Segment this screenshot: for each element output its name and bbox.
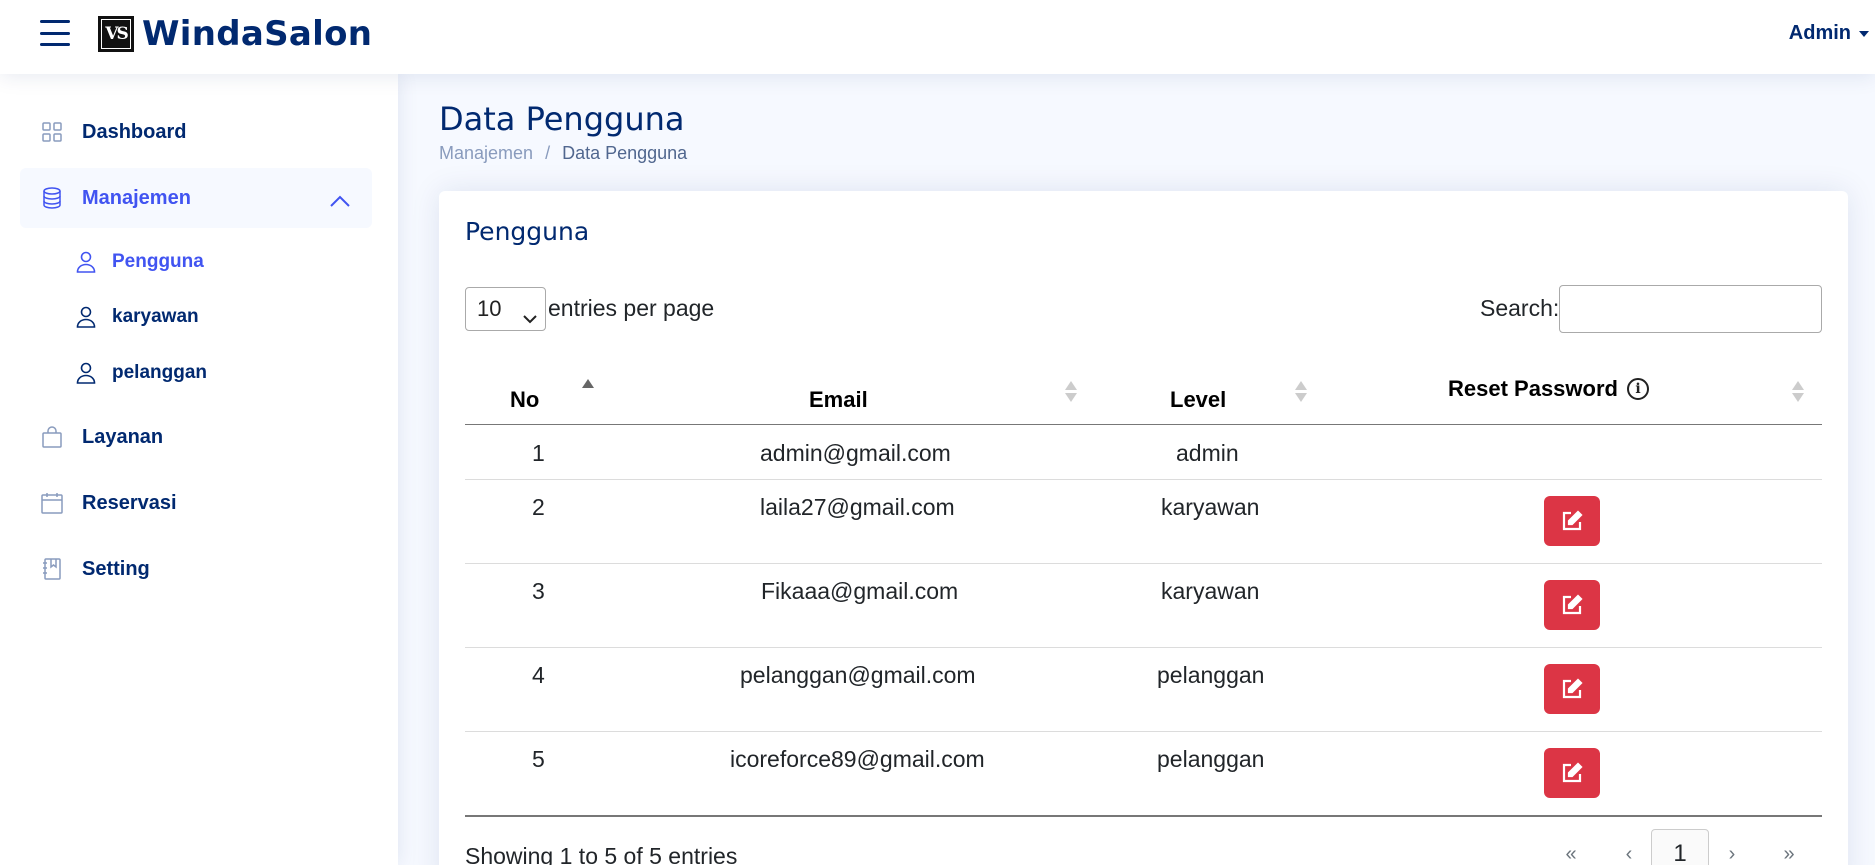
pagination-next[interactable]: › [1714,829,1750,865]
cell-email: icoreforce89@gmail.com [730,746,985,772]
sidebar-item-reservasi[interactable]: Reservasi [20,473,372,533]
sidebar-item-label: Layanan [82,425,164,448]
table-row: 1 admin@gmail.com admin [465,425,1822,480]
person-icon [76,306,98,328]
sort-icon[interactable] [1295,381,1307,403]
menu-toggle-icon[interactable] [40,18,70,48]
edit-icon [1562,594,1583,615]
reset-password-button[interactable] [1544,748,1600,798]
breadcrumb: Manajemen / Data Pengguna [439,143,687,164]
breadcrumb-link-manajemen[interactable]: Manajemen [439,143,533,164]
chevron-down-icon [523,304,537,330]
pagination-last[interactable]: » [1771,829,1807,865]
per-page-value: 10 [477,296,502,321]
breadcrumb-separator: / [545,143,551,163]
cell-no: 1 [532,440,545,466]
search-label: Search: [1480,295,1560,321]
bag-icon [40,425,64,449]
cell-level: pelanggan [1157,662,1265,688]
column-header-email[interactable]: Email [809,387,868,413]
reset-password-button[interactable] [1544,664,1600,714]
cell-email: Fikaaa@gmail.com [761,578,959,604]
users-card: Pengguna 10 entries per page Search: No … [439,191,1848,865]
calendar-icon [40,491,64,515]
person-icon [76,362,98,384]
sort-asc-icon[interactable] [582,379,594,401]
sidebar-subitem-pelanggan[interactable]: pelanggan [76,353,207,393]
sidebar-item-dashboard[interactable]: Dashboard [20,102,372,162]
cell-no: 4 [532,662,545,688]
user-menu-label: Admin [1788,22,1851,44]
column-header-level[interactable]: Level [1170,387,1226,413]
chevron-up-icon [330,190,350,213]
cell-level: karyawan [1161,494,1260,520]
table-info: Showing 1 to 5 of 5 entries [465,843,738,865]
pagination-first[interactable]: « [1553,829,1589,865]
sidebar-item-label: Manajemen [82,186,191,209]
cell-level: karyawan [1161,578,1260,604]
cell-level: pelanggan [1157,746,1265,772]
table-row: 3 Fikaaa@gmail.com karyawan [465,564,1822,648]
reset-password-button[interactable] [1544,496,1600,546]
cell-email: pelanggan@gmail.com [740,662,976,688]
sidebar-item-label: Reservasi [82,491,177,514]
logo-icon: VS [98,16,134,52]
pagination-page-1[interactable]: 1 [1651,829,1709,865]
top-header: VS WindaSalon Admin [0,0,1875,74]
user-menu[interactable]: Admin [1789,22,1869,45]
sidebar-subitem-pengguna[interactable]: Pengguna [76,242,204,282]
entries-per-page-select[interactable]: 10 [465,287,546,331]
reset-password-button[interactable] [1544,580,1600,630]
database-icon [40,186,64,210]
table-row: 4 pelanggan@gmail.com pelanggan [465,648,1822,732]
sort-icon[interactable] [1065,381,1077,403]
card-title: Pengguna [465,217,590,246]
sidebar-item-manajemen[interactable]: Manajemen [20,168,372,228]
pagination-prev[interactable]: ‹ [1611,829,1647,865]
cell-level: admin [1176,440,1239,466]
edit-icon [1562,678,1583,699]
per-page-label: entries per page [548,295,715,321]
cell-email: laila27@gmail.com [760,494,955,520]
page-title: Data Pengguna [439,100,685,138]
journal-icon [40,557,64,581]
breadcrumb-current: Data Pengguna [562,143,688,163]
table-row: 2 laila27@gmail.com karyawan [465,480,1822,564]
sidebar-subitem-label: pelanggan [112,362,208,383]
sidebar-item-setting[interactable]: Setting [20,539,372,599]
column-header-reset-password[interactable]: Reset Password [1448,376,1618,402]
column-header-no[interactable]: No [510,387,539,413]
sidebar-item-label: Setting [82,557,150,580]
sidebar: Dashboard Manajemen Pengguna karyawan pe… [0,74,398,865]
edit-icon [1562,762,1583,783]
brand-name[interactable]: WindaSalon [142,14,372,54]
table-row: 5 icoreforce89@gmail.com pelanggan [465,732,1822,816]
sidebar-subitem-label: karyawan [112,306,199,327]
grid-icon [40,120,64,144]
sidebar-subitem-label: Pengguna [112,251,204,272]
sidebar-item-layanan[interactable]: Layanan [20,407,372,467]
sidebar-subitem-karyawan[interactable]: karyawan [76,297,199,337]
table-header: No Email Level Reset Password i [465,361,1822,425]
caret-down-icon [1859,30,1869,37]
cell-email: admin@gmail.com [760,440,951,466]
sort-icon[interactable] [1792,381,1804,403]
search-input[interactable] [1559,285,1822,333]
cell-no: 2 [532,494,545,520]
cell-no: 3 [532,578,545,604]
edit-icon [1562,510,1583,531]
sidebar-item-label: Dashboard [82,120,187,143]
table-footer-divider [465,815,1822,817]
person-icon [76,251,98,273]
cell-no: 5 [532,746,545,772]
info-icon[interactable]: i [1627,378,1649,400]
